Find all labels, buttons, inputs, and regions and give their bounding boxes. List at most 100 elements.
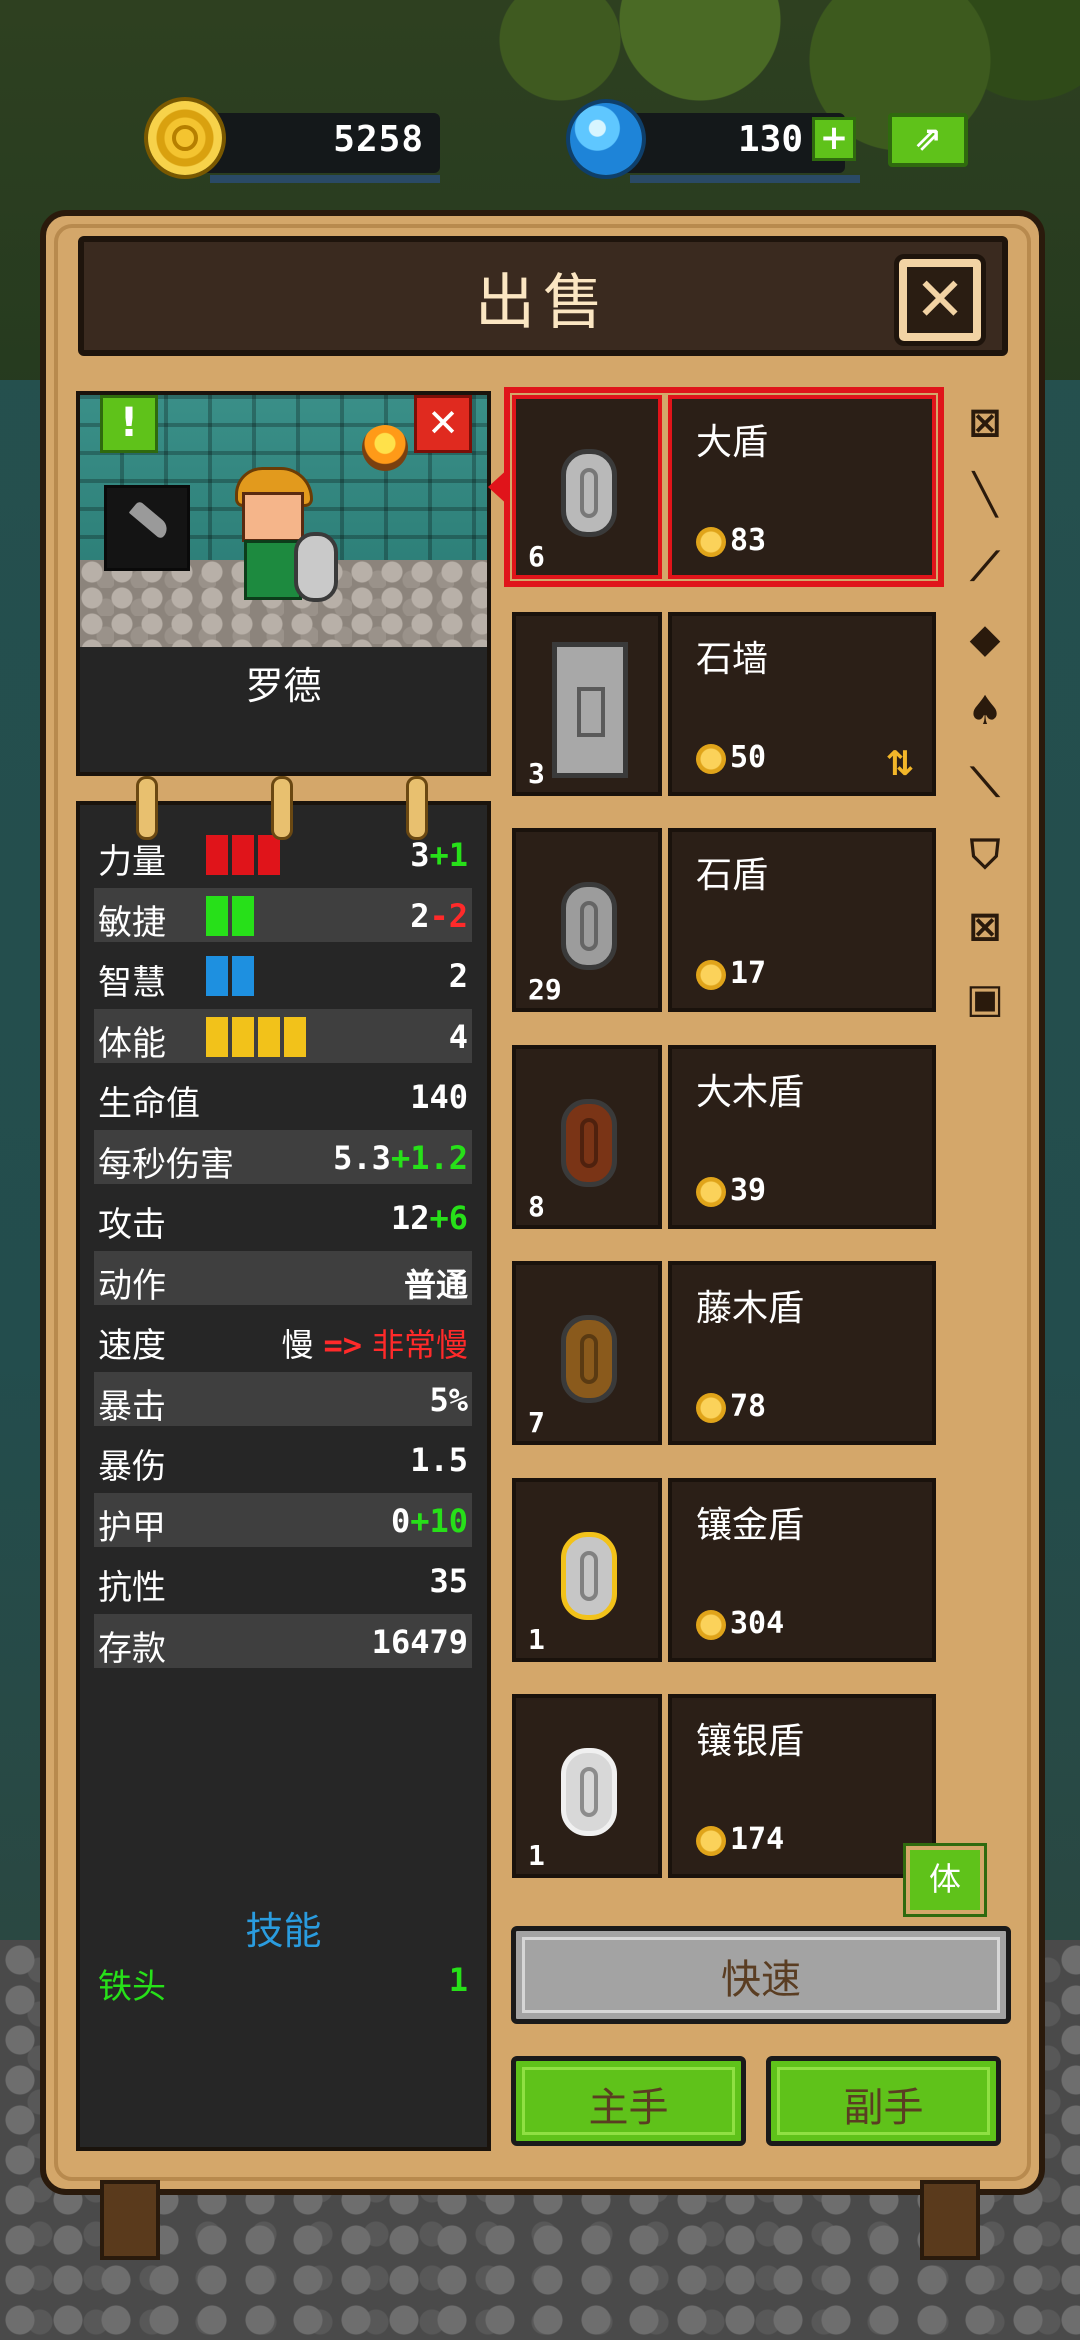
item-card[interactable]: 8 大木盾 39 xyxy=(508,1040,940,1233)
stat-row: 生命值 140 xyxy=(94,1069,472,1124)
stat-label: 体能 xyxy=(98,1023,166,1064)
shield-icon xyxy=(561,1748,617,1836)
shield-icon xyxy=(561,1315,617,1403)
stone-wall-icon xyxy=(552,641,628,778)
coin-counter: 5258 xyxy=(195,113,440,173)
remove-hero-button[interactable]: ✕ xyxy=(414,395,472,453)
all-icon[interactable]: ⊠ xyxy=(958,396,1012,450)
stat-base-value: 16479 xyxy=(371,1622,468,1661)
item-price: 17 xyxy=(730,956,767,991)
hero-face xyxy=(242,492,304,542)
peg xyxy=(136,776,158,840)
item-info: 大盾 83 xyxy=(668,395,936,579)
stat-bar-segment xyxy=(206,956,228,996)
stat-base-value: 12 xyxy=(390,1199,430,1237)
stat-value: 慢 => 非常慢 xyxy=(281,1320,468,1366)
coin-amount: 5258 xyxy=(333,119,424,160)
stat-bonus: -2 xyxy=(429,896,468,935)
stat-bar-segment xyxy=(232,835,254,875)
stat-label: 敏捷 xyxy=(98,902,166,943)
coin-icon xyxy=(696,1826,726,1856)
item-info: 石墙 50 ⇅ xyxy=(668,611,936,796)
upgrade-icon: ⇅ xyxy=(885,743,915,784)
item-icon-slot: 7 xyxy=(512,1261,662,1445)
quick-sell-button[interactable]: 快速 xyxy=(511,1926,1011,2024)
hero-name-plate: 罗德 xyxy=(80,647,487,772)
stat-value: 35 xyxy=(429,1562,468,1600)
stat-base-value: 5.3 xyxy=(333,1138,391,1177)
weapon-slot[interactable] xyxy=(104,485,190,571)
mace-icon[interactable]: ◆ xyxy=(958,612,1012,666)
item-count: 8 xyxy=(528,1189,545,1223)
stat-row: 护甲 0+10 xyxy=(94,1492,472,1548)
skill-name: 铁头 xyxy=(98,1967,166,2007)
item-name: 镶金盾 xyxy=(696,1504,805,1546)
stat-value: 12+6 xyxy=(391,1199,468,1237)
item-card[interactable]: 1 镶银盾 174 xyxy=(508,1690,940,1882)
item-name: 藤木盾 xyxy=(696,1288,805,1329)
item-info: 镶金盾 304 xyxy=(668,1477,936,1662)
stat-label: 护甲 xyxy=(98,1507,166,1548)
item-list: 6 大盾 83 3 石墙 50 ⇅ 29 石盾 17 8 大木盾 39 7 藤木盾 78 1 镶金盾 304 1 镶银盾… xyxy=(488,387,944,1882)
stat-label: 暴伤 xyxy=(98,1447,166,1487)
resource-bar: 5258 130 + ⇗ xyxy=(0,95,1080,195)
spear-icon[interactable]: ⟍ xyxy=(958,756,1012,810)
blue-gem-icon xyxy=(570,103,642,175)
item-card[interactable]: 1 镶金盾 304 xyxy=(508,1473,940,1666)
item-count: 29 xyxy=(528,973,562,1006)
item-price: 304 xyxy=(730,1605,785,1641)
coin-icon xyxy=(696,1393,726,1423)
stat-base-value: 3 xyxy=(410,836,430,874)
item-icon-slot: 1 xyxy=(512,1477,662,1662)
item-card[interactable]: 29 石盾 17 xyxy=(508,824,940,1016)
hero-name: 罗德 xyxy=(245,664,322,708)
gem-bar xyxy=(630,175,860,183)
stat-label: 力量 xyxy=(98,842,166,882)
dialog-title: 出售 xyxy=(475,268,611,338)
share-button[interactable]: ⇗ xyxy=(888,113,968,167)
axe-icon[interactable]: ♠ xyxy=(958,684,1012,738)
stat-row: 敏捷 2-2 xyxy=(94,887,472,943)
stat-label: 攻击 xyxy=(98,1205,166,1245)
item-info: 镶银盾 174 xyxy=(668,1694,936,1878)
stat-base-value: 35 xyxy=(429,1562,468,1600)
stat-row: 速度 慢 => 非常慢 xyxy=(94,1311,472,1366)
alert-icon[interactable]: ! xyxy=(100,395,158,453)
stat-value: 140 xyxy=(410,1078,468,1116)
sword-icon[interactable]: ⟋ xyxy=(958,540,1012,594)
shield-icon xyxy=(561,449,617,537)
armor-icon[interactable]: ▣ xyxy=(958,972,1012,1026)
item-price: 39 xyxy=(730,1172,767,1208)
stat-change-arrow: => xyxy=(323,1326,362,1364)
off-hand-button[interactable]: 副手 xyxy=(766,2056,1001,2146)
item-info: 大木盾 39 xyxy=(668,1044,936,1229)
stat-bar-segment xyxy=(232,956,254,996)
stat-value: 3+1 xyxy=(410,836,468,874)
stand-leg xyxy=(100,2180,160,2260)
item-count: 7 xyxy=(528,1406,545,1439)
item-card[interactable]: 6 大盾 83 xyxy=(488,387,944,587)
main-hand-button[interactable]: 主手 xyxy=(511,2056,746,2146)
category-sidebar: ⊠ ╲ ⟋ ◆ ♠ ⟍ ⛉ ⊠ ▣ xyxy=(946,396,1026,1396)
add-gems-button[interactable]: + xyxy=(812,117,856,161)
stat-base-value: 140 xyxy=(410,1078,468,1116)
dagger-icon[interactable]: ╲ xyxy=(958,468,1012,522)
shield-icon[interactable]: ⛉ xyxy=(958,828,1012,882)
stamina-filter-button[interactable]: 体 xyxy=(903,1843,987,1917)
close-button[interactable]: ✕ xyxy=(894,254,986,346)
stat-label: 每秒伤害 xyxy=(98,1144,234,1185)
stat-base-value: 0 xyxy=(390,1501,411,1540)
off-hand-label: 副手 xyxy=(843,2085,924,2131)
coin-bar xyxy=(210,175,440,183)
bow-icon[interactable]: ⊠ xyxy=(958,900,1012,954)
coin-icon xyxy=(696,527,726,557)
item-card[interactable]: 3 石墙 50 ⇅ xyxy=(508,607,940,800)
stat-base-value: 慢 xyxy=(281,1326,314,1364)
item-count: 1 xyxy=(528,1839,545,1872)
stat-bonus: +1 xyxy=(429,836,468,874)
stat-label: 速度 xyxy=(98,1326,166,1366)
stat-bar-segment xyxy=(206,1016,228,1057)
skill-row: 铁头 1 xyxy=(94,1955,472,2007)
item-card[interactable]: 7 藤木盾 78 xyxy=(508,1257,940,1449)
stat-value: 1.5 xyxy=(410,1441,468,1479)
